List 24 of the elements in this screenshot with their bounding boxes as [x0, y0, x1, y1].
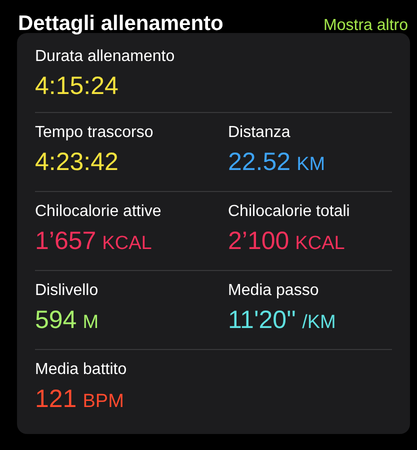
metric-value: 22.52 — [228, 147, 291, 178]
section-title: Dettagli allenamento — [18, 12, 224, 36]
metric-label: Chilocalorie totali — [228, 202, 350, 222]
metric-value: 594 — [35, 305, 77, 336]
metric-label: Media battito — [35, 360, 127, 380]
show-more-link[interactable]: Mostra altro — [324, 17, 408, 35]
metric-label: Media passo — [228, 281, 319, 301]
metric-value: 2’100 — [228, 226, 290, 257]
metric-label: Durata allenamento — [35, 47, 175, 67]
metric-unit: KCAL — [295, 232, 345, 256]
metric-unit: M — [82, 311, 99, 335]
metric-unit: /KM — [302, 311, 336, 335]
metric-unit: KCAL — [102, 232, 152, 256]
metric-label: Chilocalorie attive — [35, 202, 162, 222]
metric-label: Tempo trascorso — [35, 123, 154, 143]
metric-value: 11'20'' — [228, 305, 296, 336]
metric-label: Dislivello — [35, 281, 98, 301]
metric-value: 4:23:42 — [35, 147, 118, 178]
metric-value: 121 — [35, 384, 77, 415]
metric-label: Distanza — [228, 123, 290, 143]
metric-value: 1’657 — [35, 226, 96, 257]
metric-unit: KM — [296, 153, 326, 177]
metric-unit: BPM — [82, 390, 124, 414]
metric-value: 4:15:24 — [35, 71, 118, 102]
